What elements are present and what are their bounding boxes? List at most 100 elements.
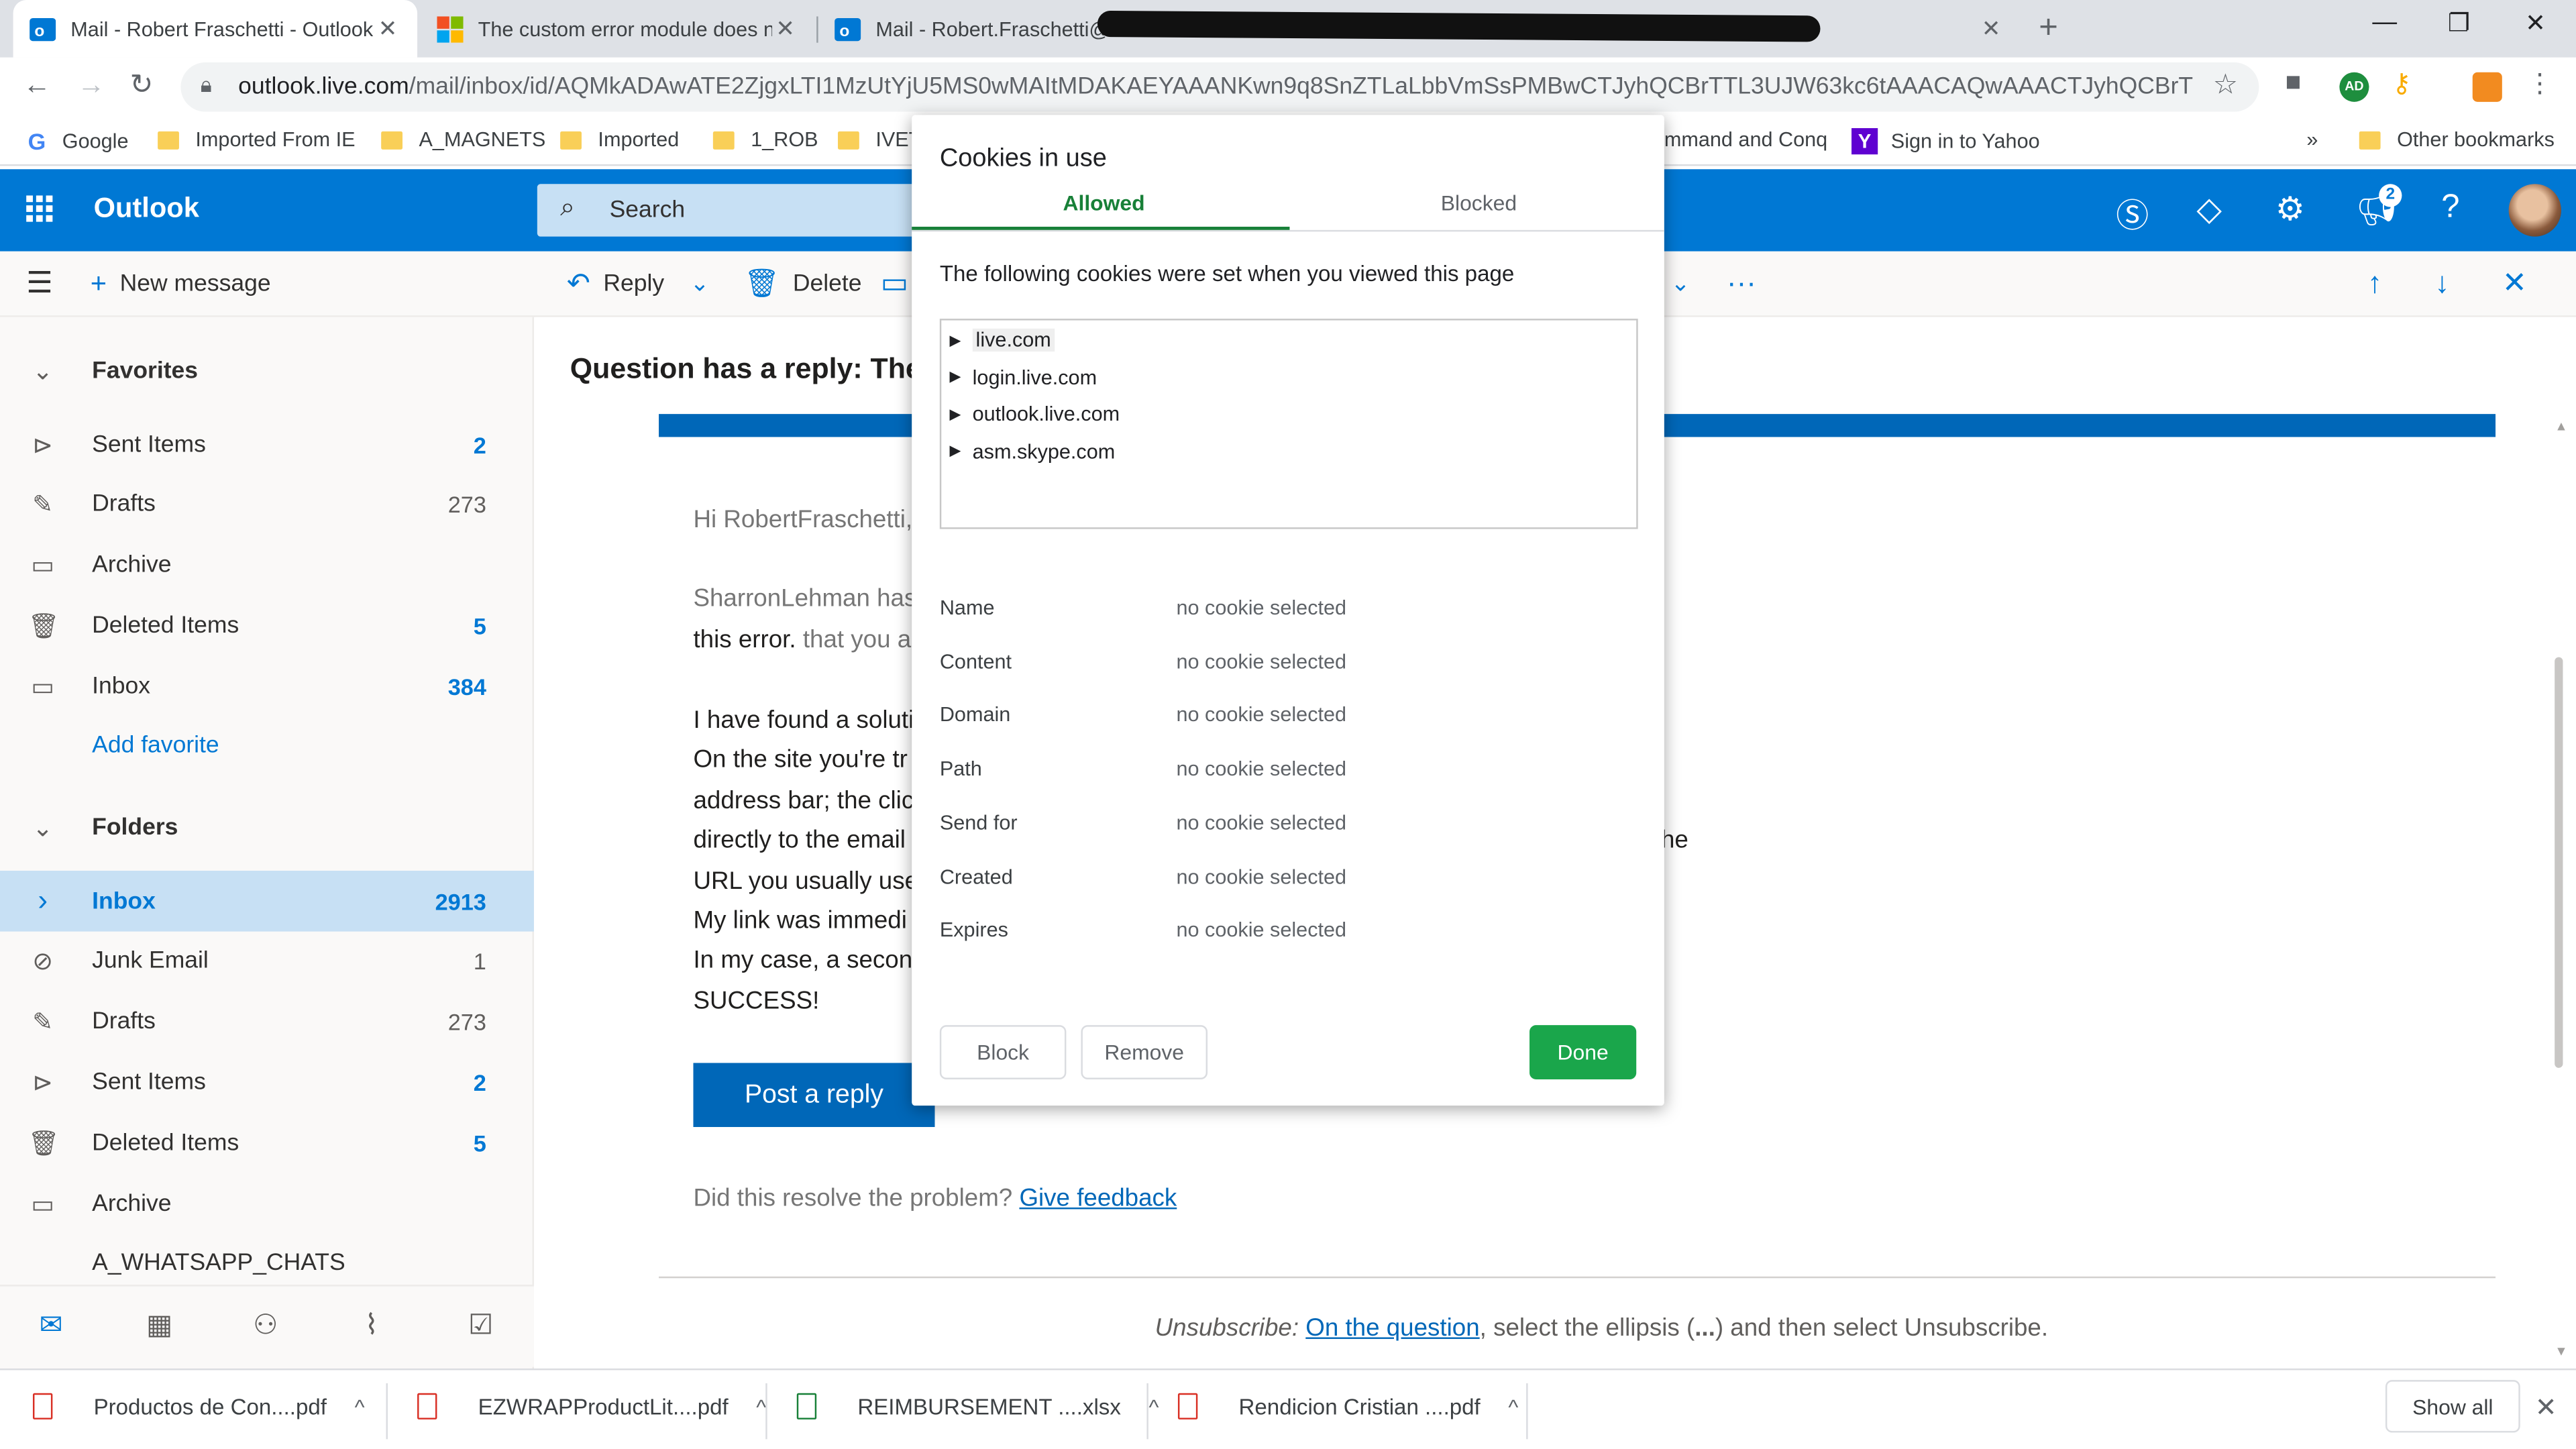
expand-triangle-icon[interactable]: ▶ xyxy=(950,442,961,460)
tab-allowed[interactable]: Allowed xyxy=(1063,191,1145,215)
bookmark-command-and-conquer[interactable]: mmand and Conq xyxy=(1664,128,1827,151)
minimize-icon[interactable]: — xyxy=(2372,8,2397,36)
close-tab-icon[interactable]: ✕ xyxy=(772,15,798,43)
new-message-button[interactable]: + New message xyxy=(91,268,271,301)
download-item[interactable]: REIMBURSEMENT ....xlsx ^ xyxy=(796,1393,1159,1419)
extension-icon[interactable] xyxy=(2472,72,2502,102)
settings-gear-icon[interactable]: ⚙ xyxy=(2275,189,2305,230)
folder-item-inbox[interactable]: › Inbox 2913 xyxy=(0,870,534,932)
tab-outlook-mail[interactable]: o Mail - Robert Fraschetti - Outlook ✕ xyxy=(13,0,418,58)
folder-item-inbox[interactable]: ▭ Inbox 384 xyxy=(0,656,534,717)
scrollbar-thumb[interactable] xyxy=(2555,657,2563,1068)
reply-options-chevron-icon[interactable]: ⌄ xyxy=(690,270,710,298)
cookie-domain-node[interactable]: ▶ asm.skype.com xyxy=(950,439,1116,462)
done-button[interactable]: Done xyxy=(1529,1025,1637,1079)
window-close-icon[interactable]: ✕ xyxy=(2525,8,2546,38)
app-title[interactable]: Outlook xyxy=(94,193,199,225)
bookmark-google[interactable]: G Google xyxy=(28,128,129,154)
chevron-up-icon[interactable]: ^ xyxy=(355,1394,365,1419)
tab-custom-error[interactable]: The custom error module does no ✕ xyxy=(421,0,815,58)
reload-icon[interactable]: ↻ xyxy=(129,69,153,102)
folder-item-deleted-items[interactable]: 🗑︎ Deleted Items 5 xyxy=(0,1112,534,1173)
premium-diamond-icon[interactable]: ◇ xyxy=(2196,189,2222,230)
folder-item-sent-items[interactable]: ⊳ Sent Items 2 xyxy=(0,1052,534,1113)
url-text[interactable]: outlook.live.com/mail/inbox/id/AQMkADAwA… xyxy=(238,74,2193,100)
folder-item-deleted-items[interactable]: 🗑︎ Deleted Items 5 xyxy=(0,595,534,656)
folder-item-drafts[interactable]: ✎ Drafts 273 xyxy=(0,991,534,1053)
scroll-up-icon[interactable]: ▲ xyxy=(2555,419,2567,433)
bookmark-imported[interactable]: Imported xyxy=(560,128,679,151)
todo-check-icon[interactable]: ☑ xyxy=(468,1309,493,1342)
key-extension-icon[interactable]: ⚷ xyxy=(2392,67,2422,99)
expand-triangle-icon[interactable]: ▶ xyxy=(950,405,961,423)
people-icon[interactable]: ⚇ xyxy=(253,1309,278,1342)
expand-triangle-icon[interactable]: ▶ xyxy=(950,368,961,386)
forward-icon[interactable]: → xyxy=(77,69,105,102)
chevron-up-icon[interactable]: ^ xyxy=(1149,1394,1159,1419)
bookmark-1-rob[interactable]: 1_ROB xyxy=(712,128,818,151)
cookie-domain-node[interactable]: ▶ outlook.live.com xyxy=(950,402,1120,425)
download-item[interactable]: Productos de Con....pdf ^ xyxy=(32,1393,365,1419)
show-all-button[interactable]: Show all xyxy=(2385,1380,2520,1433)
download-item[interactable]: EZWRAPProductLit....pdf ^ xyxy=(417,1393,766,1419)
calendar-icon[interactable]: ▦ xyxy=(146,1309,172,1342)
add-favorite-link[interactable]: Add favorite xyxy=(0,714,534,775)
scroll-down-icon[interactable]: ▼ xyxy=(2555,1344,2567,1358)
cookie-property-name: Send for xyxy=(939,811,1018,835)
camera-icon[interactable]: ■ xyxy=(2286,69,2315,99)
folder-item-junk-email[interactable]: ⊘ Junk Email 1 xyxy=(0,931,534,992)
mail-icon[interactable]: ✉ xyxy=(40,1309,63,1342)
new-tab-icon[interactable]: + xyxy=(2039,10,2058,48)
folders-header[interactable]: ⌄ Folders xyxy=(0,797,534,858)
folder-item-drafts[interactable]: ✎ Drafts 273 xyxy=(0,474,534,535)
bookmark-ivet[interactable]: IVET xyxy=(837,128,921,151)
delete-button[interactable]: 🗑︎ Delete xyxy=(744,268,861,301)
more-ellipsis-icon[interactable]: ··· xyxy=(1727,266,1756,301)
block-button[interactable]: Block xyxy=(939,1025,1067,1079)
close-tab-icon[interactable]: ✕ xyxy=(1978,15,2004,43)
adblock-extension-icon[interactable]: AD xyxy=(2339,72,2369,102)
tab-blocked[interactable]: Blocked xyxy=(1441,191,1517,215)
cookie-domain-node[interactable]: ▶ live.com xyxy=(950,328,1055,352)
give-feedback-link[interactable]: Give feedback xyxy=(1019,1185,1177,1213)
skype-icon[interactable]: Ⓢ xyxy=(2116,189,2149,237)
remove-button[interactable]: Remove xyxy=(1081,1025,1208,1079)
favorites-header[interactable]: ⌄ Favorites xyxy=(0,340,534,401)
archive-icon[interactable]: ▭ xyxy=(881,266,909,301)
download-item[interactable]: Rendicion Cristian ....pdf ^ xyxy=(1177,1393,1518,1419)
close-reading-icon[interactable]: ✕ xyxy=(2502,266,2527,301)
other-bookmarks[interactable]: Other bookmarks xyxy=(2359,128,2555,151)
bookmark-star-icon[interactable]: ☆ xyxy=(2213,69,2238,102)
bookmark-a-magnets[interactable]: A_MAGNETS xyxy=(381,128,545,151)
pdf-file-icon xyxy=(417,1393,437,1419)
cookie-domain-node[interactable]: ▶ login.live.com xyxy=(950,366,1097,388)
back-icon[interactable]: ← xyxy=(23,69,51,102)
close-downloads-icon[interactable]: ✕ xyxy=(2535,1391,2557,1424)
bookmark-label: mmand and Conq xyxy=(1664,128,1828,152)
bookmark-imported-from-ie[interactable]: Imported From IE xyxy=(158,128,356,151)
folder-item-archive[interactable]: ▭ Archive xyxy=(0,535,534,596)
help-icon[interactable]: ? xyxy=(2441,189,2459,227)
chevron-up-icon[interactable]: ^ xyxy=(756,1394,766,1419)
search-input[interactable]: ⌕ Search xyxy=(537,184,932,237)
folder-item-sent-items[interactable]: ⊳ Sent Items 2 xyxy=(0,414,534,475)
restore-icon[interactable]: ❐ xyxy=(2448,8,2470,38)
close-tab-icon[interactable]: ✕ xyxy=(374,15,400,43)
more-options-chevron-icon[interactable]: ⌄ xyxy=(1671,270,1690,298)
avatar[interactable] xyxy=(2508,184,2561,237)
kebab-menu-icon[interactable]: ⋮ xyxy=(2527,67,2557,99)
chevron-up-icon[interactable]: ^ xyxy=(1508,1394,1518,1419)
hamburger-menu-icon[interactable]: ☰ xyxy=(26,266,53,301)
reply-button[interactable]: ↶ Reply xyxy=(567,268,664,301)
app-launcher-icon[interactable] xyxy=(26,195,53,222)
trash-icon: 🗑︎ xyxy=(744,268,780,299)
on-the-question-link[interactable]: On the question xyxy=(1305,1314,1479,1342)
bookmarks-overflow[interactable]: » xyxy=(2306,128,2318,151)
bookmark-yahoo[interactable]: Y Sign in to Yahoo xyxy=(1851,128,2040,155)
attachment-icon[interactable]: ⌇ xyxy=(365,1309,378,1342)
post-reply-button[interactable]: Post a reply xyxy=(693,1063,935,1128)
next-arrow-icon[interactable]: ↓ xyxy=(2434,266,2449,301)
previous-arrow-icon[interactable]: ↑ xyxy=(2367,266,2382,301)
folder-item-archive[interactable]: ▭ Archive xyxy=(0,1173,534,1234)
expand-triangle-icon[interactable]: ▶ xyxy=(950,331,961,349)
